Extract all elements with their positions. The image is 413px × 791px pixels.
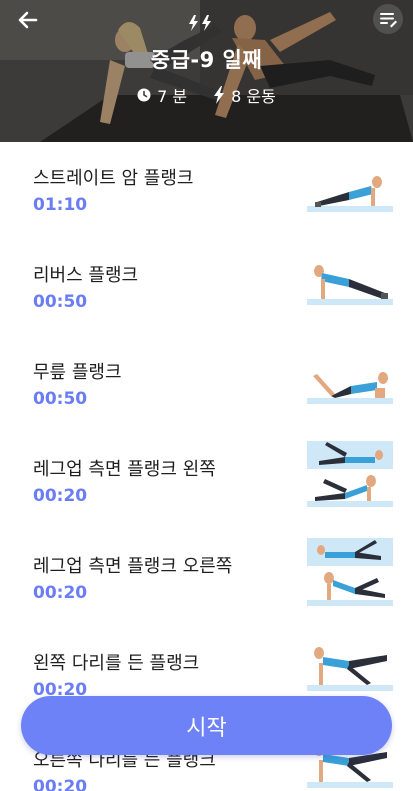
exercise-duration: 00:50 <box>33 389 88 409</box>
exercise-illustration <box>307 265 393 305</box>
exercise-name: 레그업 측면 플랭크 왼쪽 <box>33 459 216 480</box>
workout-header: 중급-9 일째 7 분 8 운동 <box>0 0 413 142</box>
back-button[interactable] <box>14 6 42 34</box>
exercise-item-knee-plank[interactable]: 무릎 플랭크 00:50 <box>0 336 413 433</box>
exercise-duration: 01:10 <box>33 195 88 215</box>
exercise-name: 왼쪽 다리를 든 플랭크 <box>33 653 200 674</box>
exercise-name: 스트레이트 암 플랭크 <box>33 168 194 189</box>
exercise-item-legup-side-plank-right[interactable]: 레그업 측면 플랭크 오른쪽 00:20 <box>0 530 413 627</box>
exercise-name: 레그업 측면 플랭크 오른쪽 <box>33 556 233 577</box>
exercise-duration: 00:50 <box>33 292 88 312</box>
exercise-illustration <box>307 176 393 212</box>
exercise-count-text: 8 운동 <box>231 87 276 106</box>
exercise-name: 리버스 플랭크 <box>33 265 139 286</box>
exercise-illustration <box>307 538 393 606</box>
exercise-count-info: 8 운동 <box>213 83 276 107</box>
start-button[interactable]: 시작 <box>21 696 392 755</box>
exercise-illustration <box>307 372 393 404</box>
edit-plan-button[interactable] <box>373 4 403 34</box>
lightning-icon <box>214 86 225 104</box>
clock-icon <box>137 88 151 102</box>
workout-meta: 7 분 8 운동 <box>0 83 413 107</box>
workout-title: 중급-9 일째 <box>150 48 263 72</box>
duration-text: 7 분 <box>157 87 188 106</box>
edit-list-icon <box>380 13 397 28</box>
exercise-item-legup-side-plank-left[interactable]: 레그업 측면 플랭크 왼쪽 00:20 <box>0 433 413 530</box>
exercise-list[interactable]: 스트레이트 암 플랭크 01:10 리버스 플랭크 00:50 무릎 플랭크 0… <box>0 142 413 791</box>
exercise-duration: 00:20 <box>33 777 88 791</box>
exercise-item-reverse-plank[interactable]: 리버스 플랭크 00:50 <box>0 239 413 336</box>
exercise-name: 무릎 플랭크 <box>33 362 122 383</box>
exercise-item-straight-arm-plank[interactable]: 스트레이트 암 플랭크 01:10 <box>0 142 413 239</box>
double-lightning-icon <box>189 15 211 31</box>
arrow-left-icon <box>18 11 38 29</box>
duration-info: 7 분 <box>137 83 187 107</box>
exercise-duration: 00:20 <box>33 583 88 603</box>
exercise-duration: 00:20 <box>33 486 88 506</box>
exercise-illustration <box>307 441 393 507</box>
